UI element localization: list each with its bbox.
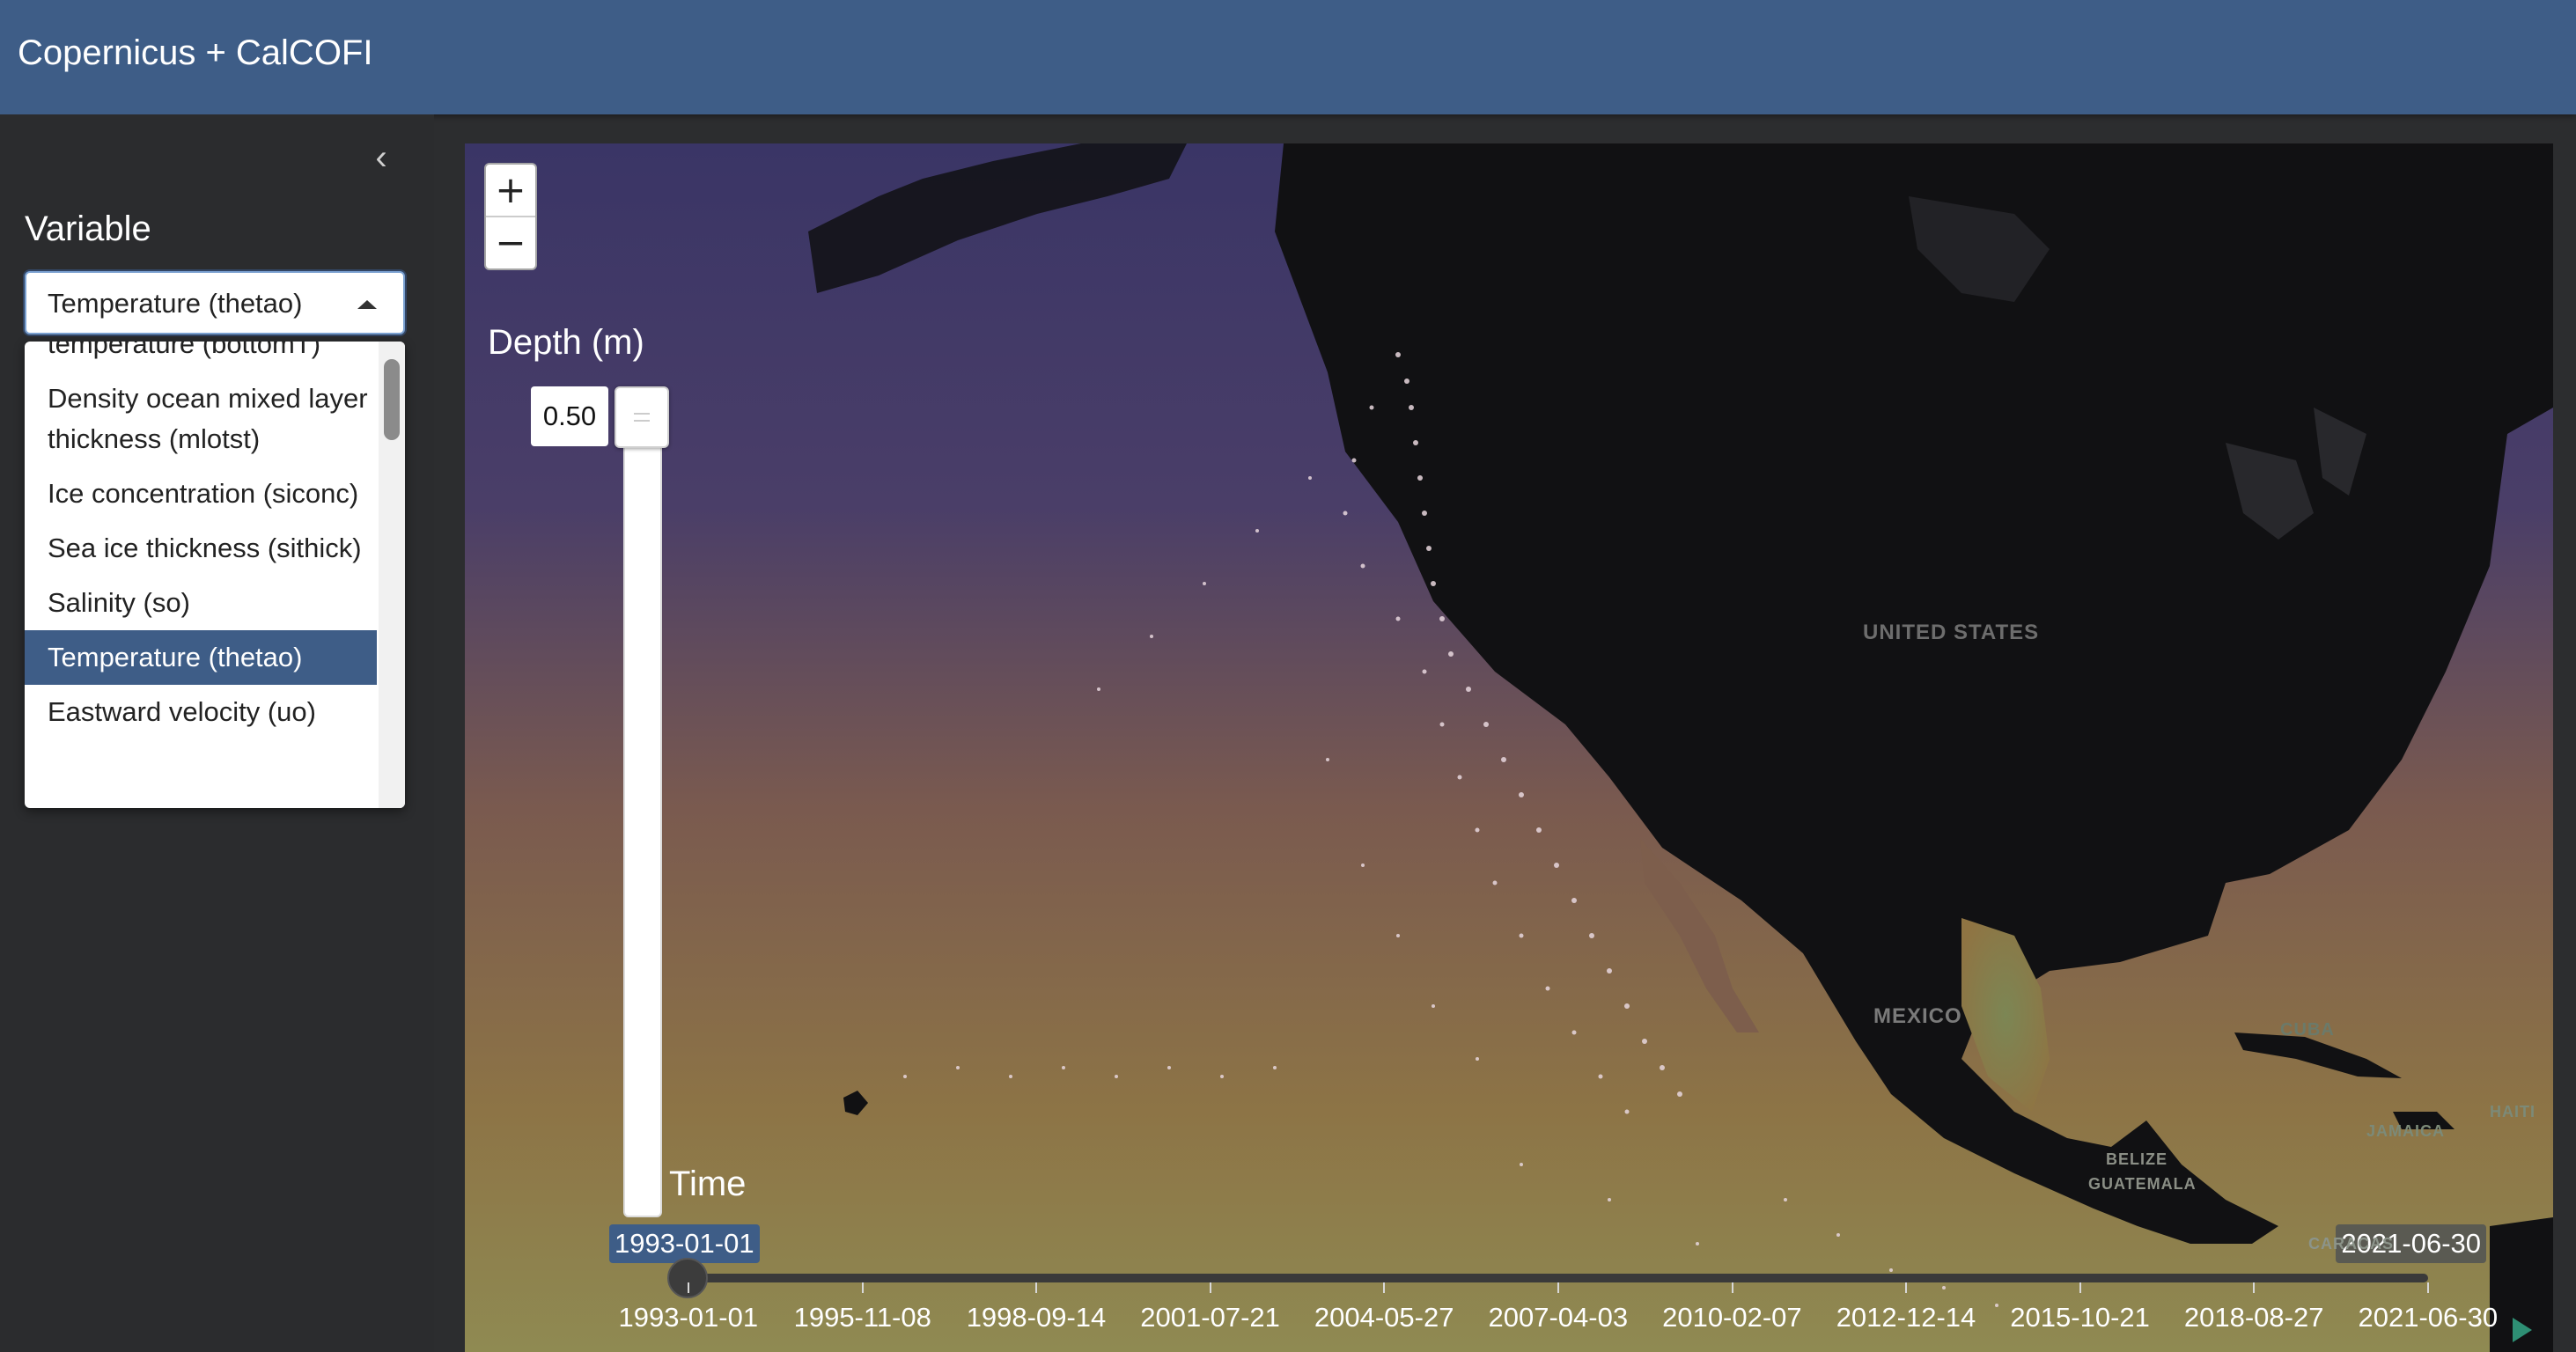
option-salinity[interactable]: Salinity (so): [25, 576, 377, 630]
zoom-in-button[interactable]: +: [486, 165, 535, 217]
depth-slider-handle[interactable]: [615, 386, 669, 448]
app-title: Copernicus + CalCOFI: [18, 33, 373, 72]
play-icon[interactable]: [2513, 1318, 2532, 1342]
dropdown-options-list: temperature (bottomT) Density ocean mixe…: [25, 342, 377, 739]
variable-label: Variable: [25, 209, 151, 248]
dropdown-scrollbar-thumb[interactable]: [384, 359, 400, 440]
map-label-guatemala: GUATEMALA: [2088, 1175, 2197, 1193]
option-temperature-selected[interactable]: Temperature (thetao): [25, 630, 377, 685]
sidebar-panel: ‹ Variable Temperature (thetao) temperat…: [0, 114, 434, 1352]
option-bottom-temperature[interactable]: temperature (bottomT): [25, 342, 377, 371]
depth-label: Depth (m): [488, 323, 644, 362]
chevron-left-icon[interactable]: ‹: [368, 137, 394, 178]
depth-slider-track[interactable]: [623, 386, 662, 1217]
map-label-united-states: UNITED STATES: [1863, 621, 2040, 644]
zoom-out-button[interactable]: −: [486, 217, 535, 268]
time-slider-handle[interactable]: [667, 1258, 708, 1298]
map-basemap: [465, 143, 2553, 1352]
option-eastward-velocity[interactable]: Eastward velocity (uo): [25, 685, 377, 739]
map-label-caracas: CARACAS: [2308, 1235, 2394, 1253]
option-mlotst[interactable]: Density ocean mixed layer thickness (mlo…: [25, 371, 377, 467]
variable-select-value: Temperature (thetao): [48, 288, 303, 319]
option-siconc[interactable]: Ice concentration (siconc): [25, 467, 377, 521]
time-slider-track[interactable]: [688, 1274, 2428, 1282]
map-label-belize: BELIZE: [2106, 1150, 2168, 1168]
variable-dropdown[interactable]: temperature (bottomT) Density ocean mixe…: [25, 342, 405, 808]
map-label-cuba: CUBA: [2280, 1020, 2335, 1040]
map-view[interactable]: + − Depth (m) 0.50 Time 1993-01-01 2021-…: [465, 143, 2553, 1352]
map-label-haiti: HAITI: [2490, 1103, 2536, 1121]
variable-select[interactable]: Temperature (thetao): [25, 271, 405, 334]
map-label-mexico: MEXICO: [1873, 1004, 1962, 1028]
zoom-control: + −: [484, 163, 537, 270]
dropdown-scrollbar[interactable]: [379, 342, 405, 808]
depth-value-input[interactable]: 0.50: [531, 386, 608, 446]
map-label-jamaica: JAMAICA: [2366, 1122, 2446, 1140]
top-navbar: Copernicus + CalCOFI: [0, 0, 2576, 114]
time-label: Time: [669, 1165, 747, 1203]
option-sithick[interactable]: Sea ice thickness (sithick): [25, 521, 377, 576]
caret-up-icon: [357, 300, 377, 309]
